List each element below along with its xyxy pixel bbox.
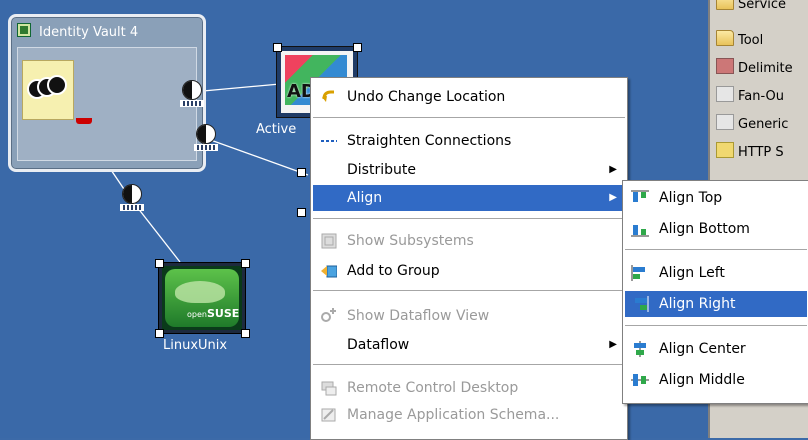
vault-title: Identity Vault 4: [17, 23, 138, 43]
engine-status-marker: [76, 118, 92, 124]
linux-unix-app-icon[interactable]: openSUSE: [155, 259, 250, 338]
align-submenu: Align Top Align Bottom Align Left Align …: [622, 180, 808, 404]
palette-item-generic[interactable]: Generic: [716, 114, 788, 136]
dataflow-icon: [321, 308, 336, 322]
suse-brand-text: openSUSE: [187, 307, 240, 320]
menu-item-align[interactable]: Align ▶: [313, 185, 625, 211]
resize-handle[interactable]: [353, 43, 362, 52]
menu-separator: [313, 218, 625, 219]
submenu-item-align-right[interactable]: Align Right: [625, 291, 807, 317]
menu-item-straighten-connections[interactable]: Straighten Connections: [313, 128, 625, 154]
align-right-icon: [635, 296, 649, 312]
folder-icon: [716, 30, 734, 46]
yin-yang-icon: [47, 75, 67, 95]
submenu-arrow-icon: ▶: [609, 339, 617, 350]
vault-icon: [17, 23, 31, 37]
http-icon: [716, 142, 734, 158]
menu-item-show-subsystems[interactable]: Show Subsystems: [313, 228, 625, 254]
remote-desktop-icon: [321, 381, 337, 396]
align-top-icon: [631, 190, 649, 202]
resize-handle[interactable]: [241, 259, 250, 268]
schema-icon: [321, 408, 336, 422]
submenu-item-align-top[interactable]: Align Top: [625, 185, 807, 211]
submenu-arrow-icon: ▶: [609, 164, 617, 175]
palette-item-fan-out[interactable]: Fan-Ou: [716, 86, 784, 108]
align-center-icon: [634, 341, 646, 357]
submenu-item-align-bottom[interactable]: Align Bottom: [625, 216, 807, 242]
resize-handle[interactable]: [155, 329, 164, 338]
align-left-icon: [631, 265, 645, 281]
resize-handle[interactable]: [273, 43, 282, 52]
align-middle-icon: [631, 374, 649, 386]
folder-icon: [716, 0, 734, 10]
undo-icon: [322, 90, 334, 102]
submenu-item-align-middle[interactable]: Align Middle: [625, 367, 807, 393]
link-2-target: [204, 137, 309, 176]
menu-item-manage-application-schema[interactable]: Manage Application Schema...: [313, 402, 625, 428]
palette-item-tool[interactable]: Tool: [716, 30, 763, 52]
submenu-item-align-left[interactable]: Align Left: [625, 260, 807, 286]
menu-separator: [313, 364, 625, 365]
resize-handle[interactable]: [241, 329, 250, 338]
gecko-icon: [175, 281, 225, 303]
driver-connector-icon[interactable]: [176, 80, 206, 108]
submenu-separator: [625, 325, 807, 326]
driver-set-icon[interactable]: [22, 60, 74, 120]
driver-connector-icon[interactable]: [190, 124, 220, 152]
remote-driver-connector-icon[interactable]: [116, 184, 146, 212]
text-icon: [716, 58, 734, 74]
selection-handles: [297, 168, 308, 217]
straighten-icon: [321, 140, 337, 142]
palette-item-service[interactable]: Service: [716, 0, 786, 16]
suse-logo-icon: openSUSE: [165, 269, 239, 327]
menu-item-undo-change-location[interactable]: Undo Change Location: [313, 84, 625, 110]
linux-node-label: LinuxUnix: [163, 338, 228, 353]
menu-item-distribute[interactable]: Distribute ▶: [313, 157, 625, 183]
palette-item-http[interactable]: HTTP S: [716, 142, 784, 164]
resize-handle[interactable]: [155, 259, 164, 268]
resize-handle[interactable]: [297, 168, 306, 177]
submenu-arrow-icon: ▶: [609, 192, 617, 203]
resize-handle[interactable]: [297, 208, 306, 217]
add-to-group-icon: [321, 265, 337, 278]
menu-item-add-to-group[interactable]: Add to Group: [313, 258, 625, 284]
active-node-label: Active: [256, 122, 297, 137]
palette-item-delimited[interactable]: Delimite: [716, 58, 793, 80]
menu-item-dataflow[interactable]: Dataflow ▶: [313, 332, 625, 358]
submenu-separator: [625, 249, 807, 250]
menu-item-show-dataflow-view[interactable]: Show Dataflow View: [313, 303, 625, 329]
context-menu: Undo Change Location Straighten Connecti…: [310, 77, 628, 440]
submenu-item-align-center[interactable]: Align Center: [625, 336, 807, 362]
gray-icon: [716, 86, 734, 102]
vault-title-text: Identity Vault 4: [39, 25, 139, 40]
gray-icon: [716, 114, 734, 130]
align-bottom-icon: [631, 225, 649, 237]
menu-item-remote-control-desktop[interactable]: Remote Control Desktop: [313, 375, 625, 401]
menu-separator: [313, 290, 625, 291]
menu-separator: [313, 117, 625, 118]
subsystems-icon: [321, 233, 337, 249]
